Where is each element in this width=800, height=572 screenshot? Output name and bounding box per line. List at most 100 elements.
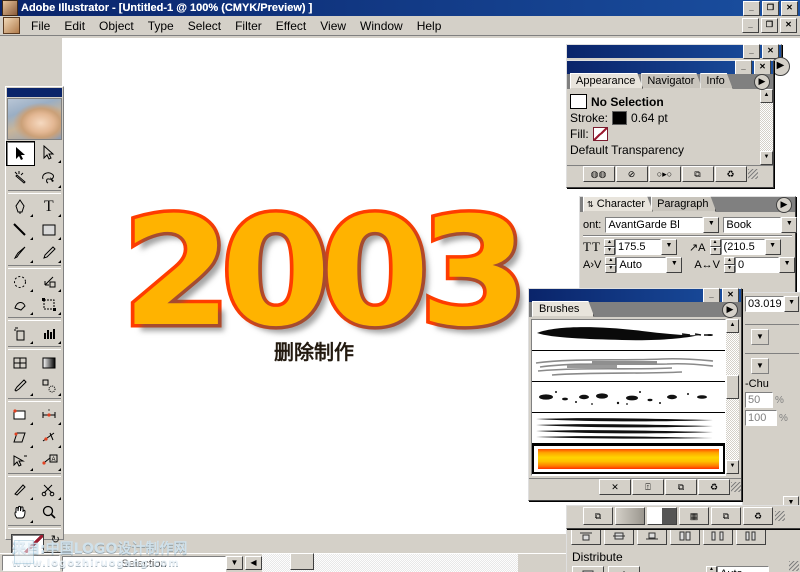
tab-brushes[interactable]: Brushes — [532, 301, 594, 317]
column-graph-tool[interactable] — [35, 322, 64, 345]
character-palette-menu-icon[interactable]: ▶ — [776, 197, 792, 213]
scale-tool[interactable] — [35, 270, 64, 293]
hidden-palette-title-bar[interactable]: _ ✕ — [567, 44, 781, 59]
brush-orange-gradient[interactable] — [532, 444, 725, 474]
blend-tool[interactable] — [35, 374, 64, 397]
swap-fill-stroke-icon[interactable]: ↻ — [51, 533, 60, 546]
transparency-group-button[interactable]: ⧉ — [583, 507, 613, 525]
align-resize-grip[interactable] — [789, 561, 799, 571]
clear-appearance-button[interactable]: ⊘ — [615, 166, 648, 182]
vertical-align-bottom-button[interactable] — [637, 527, 667, 545]
scroll-up-icon[interactable]: ▲ — [760, 89, 773, 103]
font-style-value[interactable]: Book — [723, 217, 782, 233]
status-left-arrow-icon[interactable]: ◀ — [245, 556, 262, 570]
vertical-align-center-button[interactable] — [604, 527, 634, 545]
reshape-tool[interactable] — [35, 426, 64, 449]
horizontal-distribute-center-button[interactable] — [703, 527, 733, 545]
tracking-chevron-down-icon[interactable]: ▼ — [779, 257, 796, 273]
brush-dry-bristle[interactable] — [532, 351, 725, 382]
kerning-stepper[interactable]: ▲ ▼ — [605, 257, 617, 273]
hidden-dropdown-2-icon[interactable]: ▼ — [751, 358, 769, 374]
line-segment-tool[interactable] — [6, 218, 35, 241]
appearance-target-swatch[interactable] — [570, 94, 587, 109]
status-chevron-down-icon[interactable]: ▼ — [226, 556, 243, 570]
tab-paragraph[interactable]: Paragraph — [651, 196, 716, 212]
distribute-vertical-center-button[interactable] — [572, 566, 604, 572]
delete-item-button[interactable]: ♻ — [714, 166, 747, 182]
tab-navigator[interactable]: Navigator — [641, 73, 702, 89]
reduce-to-basic-appearance-button[interactable]: ○▸○ — [648, 166, 681, 182]
brushes-title-bar[interactable]: _ ✕ — [529, 288, 741, 303]
kerning-value[interactable]: Auto — [616, 257, 667, 273]
hidden-dropdown-1-icon[interactable]: ▼ — [751, 329, 769, 345]
font-size-chevron-down-icon[interactable]: ▼ — [660, 239, 677, 255]
brushes-scroll-up-icon[interactable]: ▲ — [726, 319, 739, 333]
status-combo[interactable]: Selection ▼ ◀ — [62, 556, 262, 572]
menu-select[interactable]: Select — [181, 17, 228, 35]
type-tool[interactable]: T — [35, 195, 64, 218]
font-style-combo[interactable]: Book ▼ — [723, 217, 798, 233]
paintbrush-tool[interactable] — [6, 241, 35, 264]
measure-tool[interactable]: x — [35, 403, 64, 426]
selection-tool[interactable] — [6, 141, 35, 166]
rectangle-tool[interactable] — [35, 218, 64, 241]
appearance-title-bar[interactable]: _ ✕ — [567, 60, 773, 75]
brushes-scroll-down-icon[interactable]: ▼ — [726, 460, 739, 474]
menu-help[interactable]: Help — [410, 17, 449, 35]
warp-tool[interactable] — [6, 293, 35, 316]
brushes-palette-menu-icon[interactable]: ▶ — [722, 302, 738, 318]
eyedropper-tool[interactable] — [6, 374, 35, 397]
transparency-resize-grip[interactable] — [775, 511, 785, 521]
horizontal-distribute-right-button[interactable] — [736, 527, 766, 545]
hidden-value-combo[interactable]: 03.019 ▼ — [745, 296, 799, 312]
brushes-scrollbar[interactable]: ▲ ▼ — [726, 319, 739, 474]
free-transform-tool[interactable] — [35, 293, 64, 316]
menu-view[interactable]: View — [313, 17, 353, 35]
isolate-blending-button[interactable]: ▦ — [679, 507, 709, 525]
hidden-palette-minimize-button[interactable]: _ — [743, 44, 760, 59]
pen-tool[interactable] — [6, 195, 35, 218]
align-auto-value[interactable]: Auto — [717, 566, 769, 572]
appearance-transparency-row[interactable]: Default Transparency — [570, 143, 757, 157]
headline-text-2003[interactable]: 2003 — [118, 195, 532, 352]
brushes-minimize-button[interactable]: _ — [703, 288, 720, 303]
pencil-tool[interactable] — [35, 241, 64, 264]
menu-effect[interactable]: Effect — [269, 17, 313, 35]
horizontal-distribute-left-button[interactable] — [670, 527, 700, 545]
document-icon[interactable] — [3, 17, 20, 34]
tab-character[interactable]: ⇅ Character — [583, 196, 653, 212]
hidden-value-chevron-down-icon[interactable]: ▼ — [784, 296, 799, 312]
font-family-value[interactable]: AvantGarde Bl — [605, 217, 704, 233]
hand-tool[interactable] — [6, 501, 35, 524]
appearance-stroke-row[interactable]: Stroke: 0.64 pt — [570, 111, 757, 125]
font-size-stepper[interactable]: ▲ ▼ — [603, 239, 615, 255]
brush-list[interactable] — [531, 319, 726, 476]
font-family-chevron-down-icon[interactable]: ▼ — [703, 217, 720, 233]
leading-combo[interactable]: ▲ ▼ (210.5 ▼ — [709, 239, 781, 255]
menu-window[interactable]: Window — [353, 17, 410, 35]
caption-text[interactable]: 删除制作 — [274, 336, 354, 365]
scissors-tool[interactable] — [35, 478, 64, 501]
shear-tool[interactable] — [6, 426, 35, 449]
scroll-down-icon[interactable]: ▼ — [760, 151, 773, 165]
brush-fine-lines[interactable] — [532, 413, 725, 444]
appearance-minimize-button[interactable]: _ — [735, 60, 752, 75]
gradient-tool[interactable] — [35, 351, 64, 374]
magic-wand-tool[interactable] — [6, 166, 35, 189]
direct-select-lasso-tool[interactable] — [6, 449, 35, 472]
options-of-selected-object-button[interactable]: ⍐ — [632, 479, 664, 495]
new-layer-button[interactable]: ⧉ — [711, 507, 741, 525]
font-size-combo[interactable]: ▲ ▼ 175.5 ▼ — [603, 239, 677, 255]
tab-appearance[interactable]: Appearance — [570, 73, 643, 89]
hidden-percent-2-field[interactable]: 100 — [745, 410, 777, 426]
tracking-combo[interactable]: ▲ ▼ 0 ▼ — [724, 257, 796, 273]
menu-filter[interactable]: Filter — [228, 17, 269, 35]
doc-minimize-button[interactable]: _ — [742, 18, 759, 33]
distribute-horizontal-center-button[interactable] — [608, 566, 640, 572]
tracking-stepper[interactable]: ▲ ▼ — [724, 257, 736, 273]
brush-spatter[interactable] — [532, 382, 725, 413]
font-family-combo[interactable]: AvantGarde Bl ▼ — [605, 217, 720, 233]
symbol-sprayer-tool[interactable] — [6, 322, 35, 345]
knockout-group-button[interactable] — [647, 507, 677, 525]
brushes-resize-grip[interactable] — [731, 482, 741, 492]
